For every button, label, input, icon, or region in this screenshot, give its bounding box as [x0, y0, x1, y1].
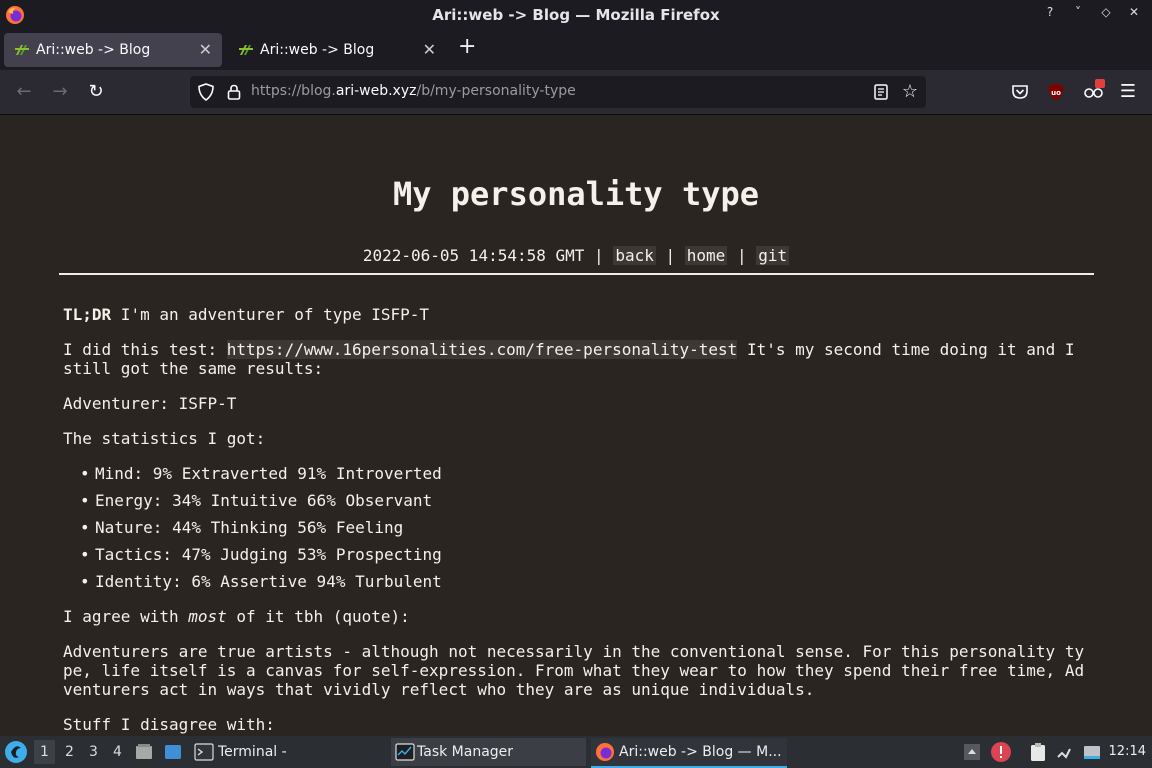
file-manager-icon[interactable] [134, 742, 154, 762]
clock[interactable]: 12:14 [1109, 744, 1146, 759]
window-maximize-icon[interactable]: ◇ [1098, 5, 1114, 19]
tab-blog-2[interactable]: Ari::web -> Blog ✕ [228, 33, 446, 67]
task-manager-icon [395, 743, 415, 761]
navigation-toolbar: ← → ↻ https://blog.ari-web.xyz/b/my-pers… [0, 70, 1152, 115]
new-tab-button[interactable]: + [458, 34, 476, 59]
extension-glasses-icon[interactable] [1082, 78, 1106, 102]
window-title: Ari::web -> Blog — Mozilla Firefox [432, 6, 720, 24]
tldr-paragraph: TL;DR I'm an adventurer of type ISFP-T [63, 305, 1093, 324]
type-line: Adventurer: ISFP-T [63, 394, 237, 413]
test-text: I did this test: [63, 340, 227, 359]
list-item: Tactics: 47% Judging 53% Prospecting [80, 545, 1093, 564]
tab-label: Ari::web -> Blog [36, 42, 151, 58]
site-favicon-icon [239, 45, 253, 55]
task-label: Ari::web -> Blog — M... [619, 744, 782, 760]
agree-text: I agree with [63, 607, 189, 626]
volume-icon[interactable] [1082, 743, 1102, 761]
desktop-4[interactable]: 4 [113, 744, 122, 760]
post-body: TL;DR I'm an adventurer of type ISFP-T I… [63, 305, 1093, 735]
stats-intro: The statistics I got: [63, 429, 266, 448]
desktop-1[interactable]: 1 [34, 740, 55, 764]
window-titlebar: Ari::web -> Blog — Mozilla Firefox ? ˅ ◇… [0, 0, 1152, 30]
test-paragraph: I did this test: https://www.16personali… [63, 340, 1093, 378]
list-item: Identity: 6% Assertive 94% Turbulent [80, 572, 1093, 591]
back-link[interactable]: back [613, 246, 656, 265]
back-button[interactable]: ← [12, 80, 36, 104]
tab-close-icon[interactable]: ✕ [199, 40, 212, 59]
desktop-3[interactable]: 3 [89, 744, 98, 760]
taskbar: 1 2 3 4 Terminal - Task Manager Ari::web… [0, 736, 1152, 768]
firefox-icon [596, 743, 614, 761]
lock-icon[interactable] [224, 82, 244, 102]
ublock-origin-icon[interactable]: uo [1046, 82, 1066, 102]
window-minimize-icon[interactable]: ˅ [1070, 5, 1086, 19]
agree-text-after: of it tbh (quote): [226, 607, 410, 626]
stats-list: Mind: 9% Extraverted 91% Introverted Ene… [63, 464, 1093, 591]
task-terminal[interactable]: Terminal - [190, 738, 388, 766]
task-task-manager[interactable]: Task Manager [391, 738, 586, 766]
test-link[interactable]: https://www.16personalities.com/free-per… [226, 340, 738, 359]
pocket-icon[interactable] [1010, 82, 1030, 102]
tab-strip: Ari::web -> Blog ✕ Ari::web -> Blog ✕ [0, 30, 1152, 70]
svg-text:uo: uo [1051, 89, 1061, 97]
task-label: Task Manager [417, 744, 514, 760]
disagree-heading: Stuff I disagree with: [63, 715, 275, 734]
url-text[interactable]: https://blog.ari-web.xyz/b/my-personalit… [251, 83, 576, 99]
app-menu-button[interactable]: ☰ [1116, 80, 1140, 104]
git-link[interactable]: git [756, 246, 790, 265]
desktop-show-icon[interactable] [163, 742, 183, 762]
separator: | [736, 246, 747, 265]
home-link[interactable]: home [684, 246, 728, 265]
forward-button[interactable]: → [48, 80, 72, 104]
tab-blog-1[interactable]: Ari::web -> Blog ✕ [4, 33, 222, 67]
tray-arrow-icon[interactable] [963, 743, 981, 761]
title-divider [59, 273, 1094, 275]
terminal-icon [194, 743, 214, 761]
separator: | [594, 246, 604, 265]
network-icon[interactable] [1056, 743, 1074, 761]
quote-paragraph: Adventurers are true artists - although … [63, 642, 1085, 699]
application-launcher-icon[interactable] [4, 740, 28, 764]
page-title: My personality type [392, 175, 760, 213]
post-meta: 2022-06-05 14:54:58 GMT | back | home | … [0, 246, 1152, 265]
reload-button[interactable]: ↻ [84, 80, 108, 104]
page-content: My personality type 2022-06-05 14:54:58 … [0, 115, 1152, 735]
tab-label: Ari::web -> Blog [260, 42, 375, 58]
tldr-label: TL;DR [63, 305, 112, 324]
agree-paragraph: I agree with most of it tbh (quote): [63, 607, 1093, 626]
window-help-icon[interactable]: ? [1042, 5, 1058, 19]
task-firefox[interactable]: Ari::web -> Blog — M... [591, 738, 787, 768]
tldr-text: I'm an adventurer of type ISFP-T [111, 305, 430, 324]
url-domain: ari-web.xyz [335, 83, 417, 99]
list-item: Mind: 9% Extraverted 91% Introverted [80, 464, 1093, 483]
post-timestamp: 2022-06-05 14:54:58 GMT [362, 246, 585, 265]
tab-close-icon[interactable]: ✕ [423, 40, 436, 59]
window-close-icon[interactable]: ✕ [1126, 5, 1142, 19]
separator: | [665, 246, 676, 265]
bookmark-star-icon[interactable]: ☆ [902, 81, 918, 102]
agree-emphasis: most [188, 607, 227, 626]
list-item: Nature: 44% Thinking 56% Feeling [80, 518, 1093, 537]
task-label: Terminal - [218, 744, 287, 760]
clipboard-icon[interactable] [1028, 742, 1048, 762]
url-prefix: https://blog. [251, 83, 336, 99]
site-favicon-icon [15, 45, 29, 55]
url-path: /b/my-personality-type [416, 83, 576, 99]
list-item: Energy: 34% Intuitive 66% Observant [80, 491, 1093, 510]
reader-view-icon[interactable] [872, 83, 890, 101]
tracking-protection-shield-icon[interactable] [196, 82, 216, 102]
url-bar[interactable]: https://blog.ari-web.xyz/b/my-personalit… [190, 76, 926, 108]
notification-alert-icon[interactable] [990, 741, 1012, 763]
desktop-2[interactable]: 2 [65, 744, 74, 760]
